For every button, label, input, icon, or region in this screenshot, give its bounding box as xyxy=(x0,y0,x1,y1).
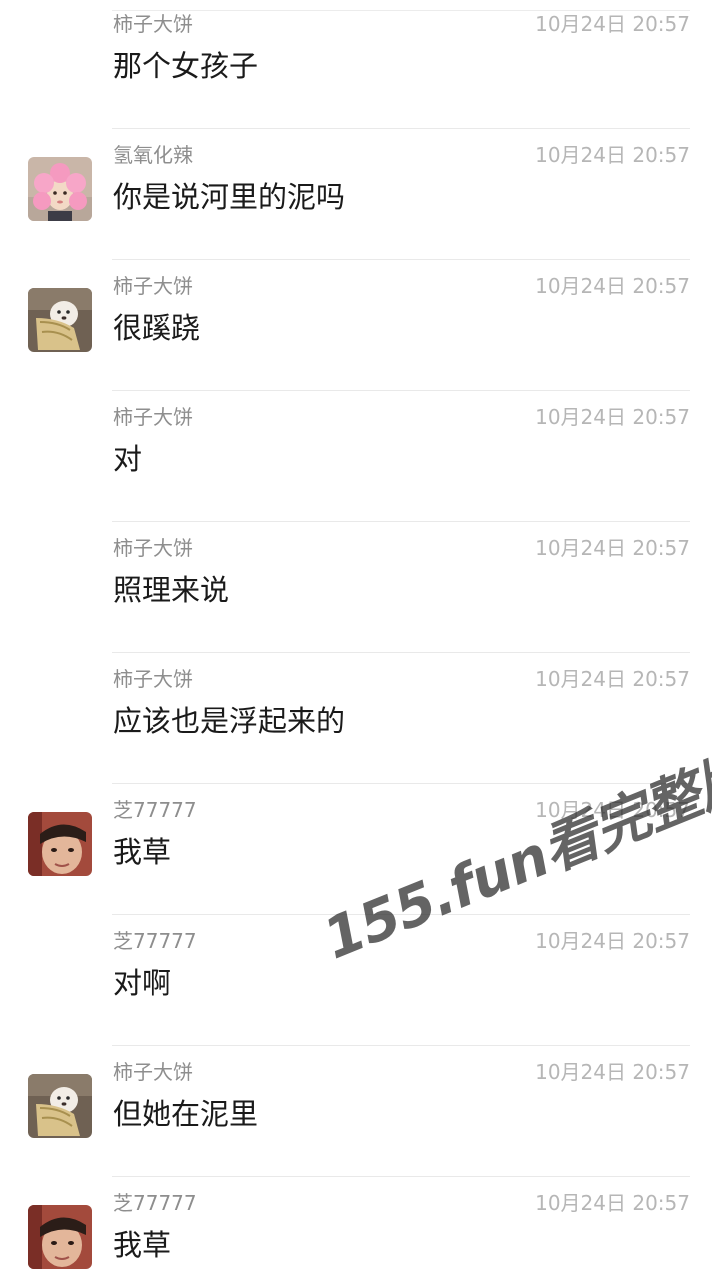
message-time: 10月24日 20:57 xyxy=(535,1060,690,1084)
message-text: 对啊 xyxy=(113,966,172,1000)
message-text: 我草 xyxy=(113,1228,172,1262)
message-time: 10月24日 20:57 xyxy=(535,1191,690,1215)
sender-name: 柿子大饼 xyxy=(113,274,193,298)
message-time: 10月24日 20:57 xyxy=(535,12,690,36)
message-text: 但她在泥里 xyxy=(113,1097,259,1131)
message-row[interactable]: 柿子大饼 10月24日 20:57 那个女孩子 xyxy=(0,0,712,129)
message-row[interactable]: 柿子大饼 10月24日 20:57 但她在泥里 xyxy=(0,1046,712,1177)
message-text: 很蹊跷 xyxy=(113,311,201,345)
sender-name: 氢氧化辣 xyxy=(113,143,193,167)
message-row[interactable]: 芝77777 10月24日 20:57 对啊 xyxy=(0,915,712,1046)
message-time: 10月24日 20:57 xyxy=(535,929,690,953)
sender-name: 柿子大饼 xyxy=(113,536,193,560)
message-text: 那个女孩子 xyxy=(113,49,259,83)
message-row[interactable]: 柿子大饼 10月24日 20:57 很蹊跷 xyxy=(0,260,712,391)
sender-name: 芝77777 xyxy=(113,929,197,953)
message-text: 照理来说 xyxy=(113,573,230,607)
face-avatar[interactable] xyxy=(28,1205,92,1269)
puppy-avatar[interactable] xyxy=(28,1074,92,1138)
message-row[interactable]: 芝77777 10月24日 20:57 我草 xyxy=(0,784,712,915)
sender-name: 柿子大饼 xyxy=(113,12,193,36)
sender-name: 柿子大饼 xyxy=(113,405,193,429)
face-avatar[interactable] xyxy=(28,812,92,876)
message-text: 你是说河里的泥吗 xyxy=(113,180,346,214)
message-time: 10月24日 20:57 xyxy=(535,667,690,691)
sender-name: 芝77777 xyxy=(113,1191,197,1215)
puppy-avatar[interactable] xyxy=(28,288,92,352)
message-time: 10月24日 20:57 xyxy=(535,274,690,298)
message-text: 应该也是浮起来的 xyxy=(113,704,346,738)
sender-name: 柿子大饼 xyxy=(113,1060,193,1084)
chat-message-list[interactable]: 柿子大饼 10月24日 20:57 那个女孩子 氢氧化辣 10月24日 20:5… xyxy=(0,0,712,1280)
message-text: 我草 xyxy=(113,835,172,869)
message-row[interactable]: 氢氧化辣 10月24日 20:57 你是说河里的泥吗 xyxy=(0,129,712,260)
message-row[interactable]: 柿子大饼 10月24日 20:57 应该也是浮起来的 xyxy=(0,653,712,784)
message-time: 10月24日 20:57 xyxy=(535,798,690,822)
message-time: 10月24日 20:57 xyxy=(535,536,690,560)
sender-name: 芝77777 xyxy=(113,798,197,822)
message-text: 对 xyxy=(113,442,143,476)
message-row[interactable]: 柿子大饼 10月24日 20:57 照理来说 xyxy=(0,522,712,653)
message-time: 10月24日 20:57 xyxy=(535,405,690,429)
message-row[interactable]: 柿子大饼 10月24日 20:57 对 xyxy=(0,391,712,522)
message-time: 10月24日 20:57 xyxy=(535,143,690,167)
pink-flower-hat-avatar[interactable] xyxy=(28,157,92,221)
message-row[interactable]: 芝77777 10月24日 20:57 我草 xyxy=(0,1177,712,1280)
sender-name: 柿子大饼 xyxy=(113,667,193,691)
